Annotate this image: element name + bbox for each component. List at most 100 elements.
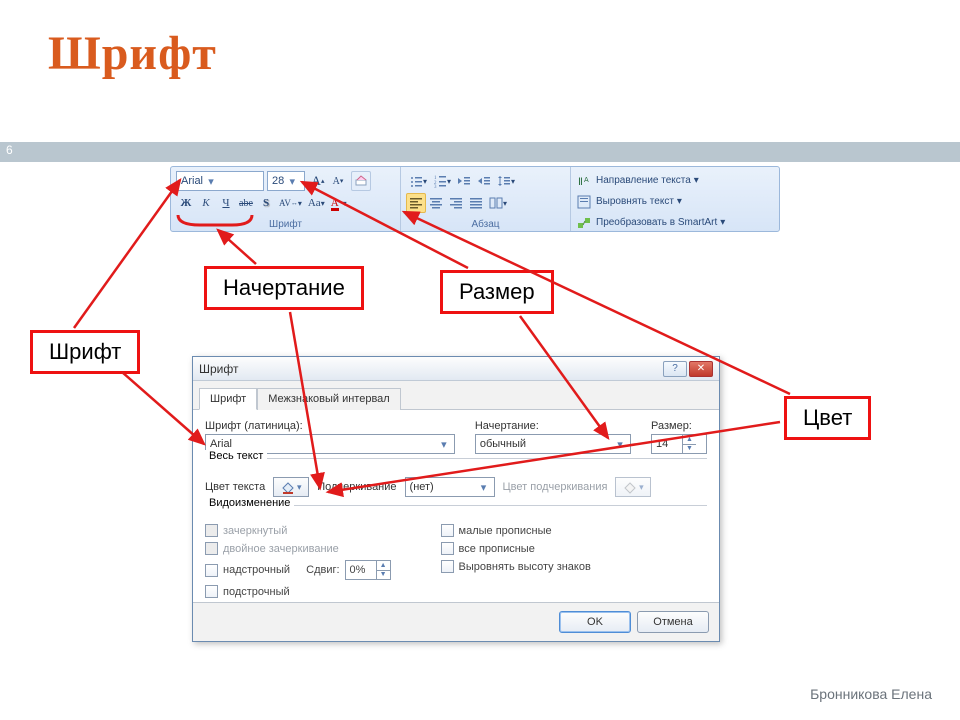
style-label: Начертание: [475, 420, 631, 432]
text-direction-button[interactable]: ⅡA Направление текста▾ [576, 170, 774, 191]
text-direction-icon: ⅡA [576, 173, 592, 189]
slide-title: Шрифт [48, 26, 217, 81]
ribbon-font-group: Arial ▾ 28 ▾ A▴ A▾ Ж К Ч abe S AV↔▾ Aa▾ … [171, 167, 401, 231]
line-spacing-button[interactable]: ▾ [494, 171, 518, 191]
font-color-button[interactable]: A ▾ [328, 193, 350, 213]
chk-smallcaps[interactable]: малые прописные [441, 524, 591, 537]
style-value: обычный [480, 438, 612, 450]
text-color-label: Цвет текста [205, 481, 265, 493]
ribbon-paragraph-group: ▾ 123▾ ▾ ▾ Абзац [401, 167, 571, 231]
font-name-combo[interactable]: Arial ▾ [176, 171, 264, 191]
tab-font[interactable]: Шрифт [199, 388, 257, 410]
chk-strike[interactable]: зачеркнутый [205, 524, 391, 537]
author-credit: Бронникова Елена [810, 686, 932, 702]
dropdown-icon: ▾ [476, 479, 492, 495]
chk-subscript[interactable]: подстрочный [205, 585, 391, 598]
grow-font-button[interactable]: A▴ [308, 171, 328, 191]
underline-color-button[interactable]: ▾ [615, 477, 651, 497]
chk-double-strike[interactable]: двойное зачеркивание [205, 542, 391, 555]
font-size-combo[interactable]: 28 ▾ [267, 171, 305, 191]
size-spinner[interactable]: 14 ▲▼ [651, 434, 707, 454]
help-button[interactable]: ? [663, 361, 687, 377]
ribbon-extra-group: ⅡA Направление текста▾ Выровнять текст▾ … [571, 167, 779, 231]
callout-style: Начертание [204, 266, 364, 310]
italic-button[interactable]: К [196, 193, 216, 213]
eraser-icon [354, 174, 368, 188]
outdent-icon [457, 174, 471, 188]
numbering-button[interactable]: 123▾ [430, 171, 454, 191]
align-left-button[interactable] [406, 193, 426, 213]
dialog-footer: OK Отмена [193, 602, 719, 641]
dialog-titlebar: Шрифт ? ✕ [193, 357, 719, 381]
size-label: Размер: [651, 420, 707, 432]
style-combo[interactable]: обычный ▾ [475, 434, 631, 454]
increase-indent-button[interactable] [474, 171, 494, 191]
decrease-indent-button[interactable] [454, 171, 474, 191]
smartart-icon [576, 215, 592, 231]
underline-value: (нет) [410, 481, 476, 493]
ribbon-para-label: Абзац [401, 219, 570, 230]
latin-font-label: Шрифт (латиница): [205, 420, 455, 432]
numbering-icon: 123 [433, 174, 447, 188]
underline-combo[interactable]: (нет) ▾ [405, 477, 495, 497]
columns-button[interactable]: ▾ [486, 193, 510, 213]
cancel-button[interactable]: Отмена [637, 611, 709, 633]
bullets-button[interactable]: ▾ [406, 171, 430, 191]
change-case-button[interactable]: Aa▾ [305, 193, 328, 213]
underline-color-label: Цвет подчеркивания [503, 481, 608, 493]
align-left-icon [409, 196, 423, 210]
align-text-icon [576, 194, 592, 210]
bucket-icon [281, 480, 295, 494]
ribbon: Arial ▾ 28 ▾ A▴ A▾ Ж К Ч abe S AV↔▾ Aa▾ … [170, 166, 780, 232]
dialog-tabs: Шрифт Межзнаковый интервал [193, 381, 719, 410]
ribbon-font-label: Шрифт [171, 219, 400, 230]
ok-button[interactable]: OK [559, 611, 631, 633]
columns-icon [489, 196, 503, 210]
align-right-button[interactable] [446, 193, 466, 213]
font-dialog: Шрифт ? ✕ Шрифт Межзнаковый интервал Шри… [192, 356, 720, 642]
underline-button[interactable]: Ч [216, 193, 236, 213]
underline-label: Подчеркивание [317, 481, 396, 493]
clear-formatting-button[interactable] [351, 171, 371, 191]
effects-legend: Видоизменение [205, 497, 294, 509]
justify-icon [469, 196, 483, 210]
tab-spacing[interactable]: Межзнаковый интервал [257, 388, 401, 410]
dialog-title: Шрифт [199, 362, 661, 376]
dropdown-icon: ▾ [206, 175, 216, 188]
dropdown-icon: ▾ [287, 175, 297, 188]
svg-text:3: 3 [434, 185, 437, 188]
svg-text:Ⅱ: Ⅱ [578, 177, 583, 188]
close-button[interactable]: ✕ [689, 361, 713, 377]
callout-size: Размер [440, 270, 554, 314]
chk-allcaps[interactable]: все прописные [441, 542, 591, 555]
justify-button[interactable] [466, 193, 486, 213]
chk-superscript[interactable]: надстрочный Сдвиг: 0%▲▼ [205, 560, 391, 580]
dropdown-icon: ▾ [612, 436, 628, 452]
offset-spinner[interactable]: 0%▲▼ [345, 560, 391, 580]
smartart-button[interactable]: Преобразовать в SmartArt▾ [576, 212, 774, 233]
line-spacing-icon [497, 174, 511, 188]
font-size-value: 28 [272, 175, 284, 187]
page-number: 6 [6, 143, 13, 157]
bullets-icon [409, 174, 423, 188]
bold-button[interactable]: Ж [176, 193, 196, 213]
shrink-font-button[interactable]: A▾ [328, 171, 348, 191]
callout-font: Шрифт [30, 330, 140, 374]
dropdown-icon: ▾ [436, 436, 452, 452]
shadow-button[interactable]: S [256, 193, 276, 213]
font-name-value: Arial [181, 175, 203, 187]
text-color-button[interactable]: ▾ [273, 477, 309, 497]
svg-text:A: A [584, 177, 589, 184]
align-text-button[interactable]: Выровнять текст▾ [576, 191, 774, 212]
align-right-icon [449, 196, 463, 210]
bucket-icon [623, 480, 637, 494]
callout-color: Цвет [784, 396, 871, 440]
align-center-button[interactable] [426, 193, 446, 213]
chk-equalize[interactable]: Выровнять высоту знаков [441, 560, 591, 573]
offset-label: Сдвиг: [306, 564, 339, 576]
dialog-body: Шрифт (латиница): Arial ▾ Начертание: об… [193, 410, 719, 602]
all-text-legend: Весь текст [205, 450, 267, 462]
size-value: 14 [652, 435, 682, 453]
strike-button[interactable]: abe [236, 193, 256, 213]
char-spacing-button[interactable]: AV↔▾ [276, 193, 305, 213]
